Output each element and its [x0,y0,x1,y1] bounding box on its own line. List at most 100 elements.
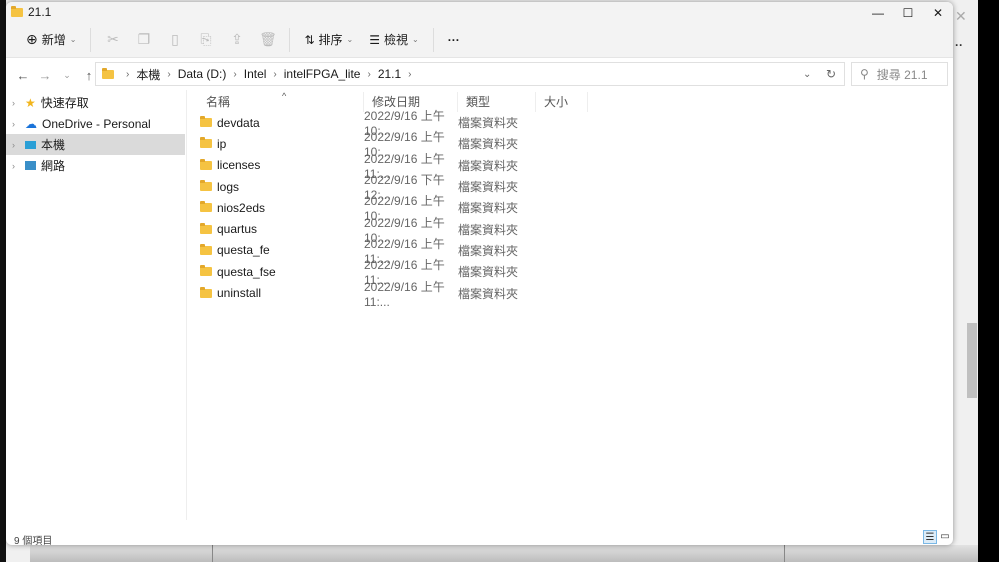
background-bottom-bar [30,545,978,562]
folder-icon [200,158,212,170]
file-type: 檔案資料夾 [458,265,519,280]
file-name-cell: licenses [198,158,364,172]
column-header-name[interactable]: 名稱 ^ [198,91,364,112]
maximize-button[interactable]: ☐ [893,4,923,22]
file-type: 檔案資料夾 [458,222,519,237]
chevron-right-icon[interactable]: › [12,140,20,150]
file-name-cell: questa_fe [198,243,364,257]
breadcrumb-item[interactable]: 21.1 [378,67,401,81]
file-list: 名稱 ^ 修改日期 類型 大小 devdata 2022/9/16 上午 10:..… [198,91,588,309]
chevron-right-icon: › [233,68,237,80]
chevron-right-icon[interactable]: › [12,119,20,129]
breadcrumb-item[interactable]: 本機 [136,66,160,83]
folder-icon [200,265,212,277]
new-label: 新增 [41,33,66,47]
toolbar: ⊕ 新增 ⌄ ✂ ❐ ▯ ⎘ ⇪ 🗑 ⇅ 排序 ⌄ ☰ 檢視 ⌄ ··· [6,22,953,58]
file-row[interactable]: uninstall 2022/9/16 上午 11:... 檔案資料夾 [198,280,588,309]
breadcrumb-item[interactable]: Intel [244,67,267,81]
file-name: devdata [217,115,260,130]
sort-icon: ⇅ [304,32,315,47]
sidebar-item-label: 本機 [41,138,66,152]
file-name: ip [217,136,227,151]
rename-button[interactable]: ⎘ [190,26,221,54]
navigation-pane: › ★ 快速存取 › ☁ OneDrive - Personal › 本機 › 網路 [6,92,186,522]
rename-icon: ⎘ [200,31,212,47]
share-icon: ⇪ [231,31,243,47]
column-header-size[interactable]: 大小 [536,92,588,112]
view-label: 檢視 [384,33,409,47]
share-button[interactable]: ⇪ [221,26,252,54]
background-scrollbar[interactable] [966,60,978,562]
file-type: 檔案資料夾 [458,137,519,152]
tiles-view-button[interactable]: ▭ [938,530,952,544]
search-placeholder: 搜尋 21.1 [876,67,928,82]
file-name-cell: uninstall [198,286,364,300]
new-button[interactable]: ⊕ 新增 ⌄ [18,26,84,54]
folder-icon [200,137,212,149]
file-name-cell: ip [198,137,364,151]
chevron-right-icon[interactable]: › [12,98,20,108]
recent-dropdown[interactable]: ⌄ [56,70,78,81]
chevron-right-icon: › [167,68,171,80]
window-title: 21.1 [28,5,52,19]
paste-button[interactable]: ▯ [159,26,190,54]
scissors-icon: ✂ [107,31,119,47]
file-name: nios2eds [217,200,266,215]
status-bar-count: 9 個項目 [14,536,53,545]
file-name-cell: nios2eds [198,201,364,215]
column-label: 名稱 [206,95,231,109]
chevron-down-icon: ⌄ [69,35,77,44]
close-button[interactable]: ✕ [923,4,953,22]
sidebar-item-quick-access[interactable]: › ★ 快速存取 [6,92,186,113]
paste-icon: ▯ [171,31,179,47]
file-type: 檔案資料夾 [458,180,519,195]
back-button[interactable]: ← [12,68,34,83]
address-bar[interactable]: › 本機 › Data (D:) › Intel › intelFPGA_lit… [95,62,845,86]
chevron-right-icon[interactable]: › [12,161,20,171]
chevron-right-icon: › [408,68,412,80]
file-name: questa_fse [217,264,276,279]
chevron-down-icon: ⌄ [412,35,419,44]
file-name: questa_fe [217,243,270,258]
breadcrumb-item[interactable]: Data (D:) [178,67,227,81]
more-button[interactable]: ··· [440,26,468,54]
delete-button[interactable]: 🗑 [252,26,283,54]
file-name: uninstall [217,286,262,301]
folder-icon [11,5,23,17]
minimize-button[interactable]: — [863,4,893,22]
chevron-right-icon: › [126,68,130,80]
sidebar-item-this-pc[interactable]: › 本機 [6,134,185,155]
chevron-right-icon: › [273,68,277,80]
pane-divider[interactable] [186,90,187,520]
copy-button[interactable]: ❐ [128,26,159,54]
sort-label: 排序 [318,33,343,47]
background-scrollbar-thumb[interactable] [967,323,977,398]
file-name-cell: quartus [198,222,364,236]
sort-button[interactable]: ⇅ 排序 ⌄ [296,26,361,54]
sidebar-item-onedrive[interactable]: › ☁ OneDrive - Personal [6,113,186,134]
sidebar-item-label: OneDrive - Personal [42,116,151,131]
column-header-type[interactable]: 類型 [458,92,536,112]
view-button[interactable]: ☰ 檢視 ⌄ [361,26,426,54]
divider [90,27,92,52]
breadcrumb-item[interactable]: intelFPGA_lite [284,67,361,81]
folder-icon [200,180,212,192]
network-icon [25,161,36,170]
file-name: quartus [217,222,258,237]
explorer-window: 21.1 — ☐ ✕ ⊕ 新增 ⌄ ✂ ❐ ▯ ⎘ ⇪ 🗑 ⇅ 排序 ⌄ ☰ 檢視 ⌄ ··… [6,2,953,545]
address-dropdown-button[interactable]: ⌄ [803,69,811,80]
sidebar-item-network[interactable]: › 網路 [6,155,186,176]
background-close-icon: ✕ [955,8,967,24]
forward-button[interactable]: → [34,68,56,83]
refresh-button[interactable]: ↻ [826,67,836,81]
title-bar: 21.1 [6,2,953,22]
background-more-icon: ·· [955,38,963,52]
computer-icon [25,140,36,149]
file-type: 檔案資料夾 [458,116,519,131]
chevron-down-icon: ⌄ [346,35,354,44]
cut-button[interactable]: ✂ [97,26,128,54]
details-view-button[interactable]: ☰ [923,530,937,544]
search-input[interactable]: ⚲ 搜尋 21.1 [851,62,948,86]
folder-icon [200,116,212,128]
file-name-cell: logs [198,180,364,194]
